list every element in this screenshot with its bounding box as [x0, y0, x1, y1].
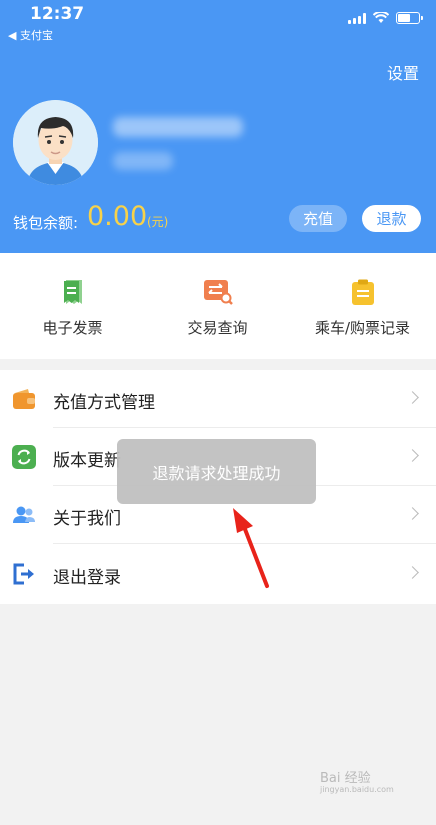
watermark-text: Bai 经验 [320, 771, 371, 786]
annotation-arrow-icon [233, 508, 269, 588]
watermark: Bai 经验 jingyan.baidu.com [320, 771, 394, 795]
watermark-sub: jingyan.baidu.com [320, 785, 394, 795]
